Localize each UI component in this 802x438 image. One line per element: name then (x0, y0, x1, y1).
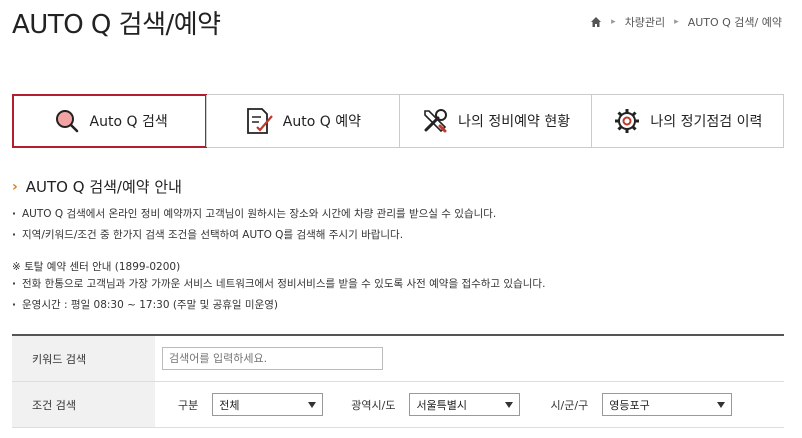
condition-search-label: 조건 검색 (12, 382, 155, 427)
district-value: 영등포구 (609, 398, 650, 412)
tab-label: 나의 정비예약 현황 (458, 114, 571, 130)
list-item: AUTO Q 검색에서 온라인 정비 예약까지 고객님이 원하시는 장소와 시간… (12, 204, 496, 225)
search-icon (52, 106, 82, 136)
list-item: 지역/키워드/조건 중 한가지 검색 조건을 선택하여 AUTO Q를 검색해 … (12, 225, 496, 246)
breadcrumb-separator-icon: ▸ (674, 17, 679, 27)
chevron-right-icon: › (12, 178, 18, 195)
search-form: 키워드 검색 조건 검색 구분 전체 광역시/도 서울특별시 시/군/구 영등포… (12, 334, 784, 428)
category-value: 전체 (219, 398, 240, 412)
province-label: 광역시/도 (351, 398, 396, 412)
breadcrumb-item-vehicle[interactable]: 차량관리 (625, 14, 665, 30)
tools-icon (420, 106, 450, 136)
tab-label: Auto Q 검색 (89, 114, 168, 130)
category-label: 구분 (178, 398, 199, 412)
condition-search-row: 조건 검색 구분 전체 광역시/도 서울특별시 시/군/구 영등포구 (12, 382, 784, 428)
keyword-search-row: 키워드 검색 (12, 336, 784, 382)
document-edit-icon (245, 106, 275, 136)
tab-my-maintenance-reservations[interactable]: 나의 정비예약 현황 (398, 95, 591, 147)
guide-section-title: › AUTO Q 검색/예약 안내 (12, 176, 182, 197)
tab-bar: Auto Q 검색 Auto Q 예약 나의 정비예약 현황 나의 정기점검 이… (12, 94, 784, 148)
guide-notes: AUTO Q 검색에서 온라인 정비 예약까지 고객님이 원하시는 장소와 시간… (12, 204, 496, 246)
breadcrumb-separator-icon: ▸ (611, 17, 616, 27)
tab-autoq-search[interactable]: Auto Q 검색 (12, 94, 208, 148)
tab-label: 나의 정기점검 이력 (650, 114, 763, 130)
tab-label: Auto Q 예약 (282, 114, 361, 130)
list-item: 운영시간 : 평일 08:30 ~ 17:30 (주말 및 공휴일 미운영) (12, 295, 545, 316)
reservation-center-notes: 전화 한통으로 고객님과 가장 가까운 서비스 네트워크에서 정비서비스를 받을… (12, 274, 545, 316)
chevron-down-icon (308, 401, 317, 408)
gear-icon (612, 106, 642, 136)
home-icon[interactable] (590, 16, 602, 28)
district-label: 시/군/구 (550, 398, 589, 412)
category-select[interactable]: 전체 (212, 393, 324, 416)
list-item: 전화 한통으로 고객님과 가장 가까운 서비스 네트워크에서 정비서비스를 받을… (12, 274, 545, 295)
chevron-down-icon (505, 401, 514, 408)
guide-title-text: AUTO Q 검색/예약 안내 (25, 178, 182, 196)
tab-my-inspection-history[interactable]: 나의 정기점검 이력 (590, 95, 783, 147)
keyword-input[interactable] (162, 347, 383, 370)
province-value: 서울특별시 (416, 398, 468, 412)
keyword-search-label: 키워드 검색 (12, 336, 155, 381)
province-select[interactable]: 서울특별시 (409, 393, 521, 416)
breadcrumb: ▸ 차량관리 ▸ AUTO Q 검색/ 예약 (590, 14, 782, 30)
chevron-down-icon (717, 401, 726, 408)
breadcrumb-item-current: AUTO Q 검색/ 예약 (687, 16, 782, 29)
page-title: AUTO Q 검색/예약 (12, 10, 221, 40)
district-select[interactable]: 영등포구 (602, 393, 733, 416)
tab-autoq-reserve[interactable]: Auto Q 예약 (206, 95, 398, 147)
